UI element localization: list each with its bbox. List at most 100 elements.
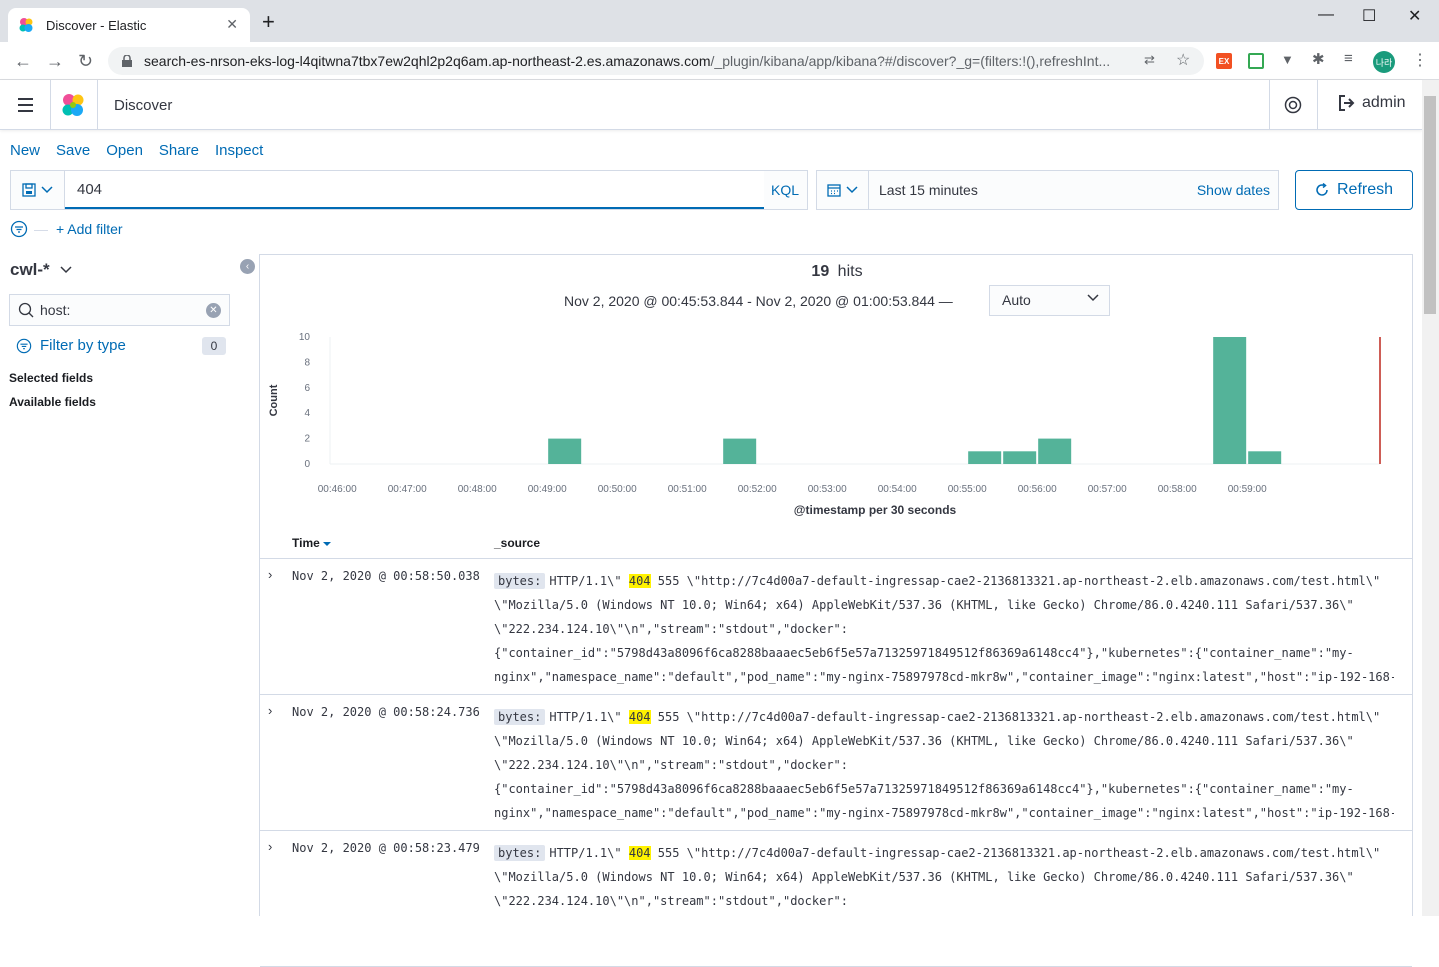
expand-row-icon[interactable]: › [268, 703, 272, 718]
source-line: \"222.234.124.10\"\n","stream":"stdout",… [494, 894, 849, 908]
filter-options-icon[interactable] [10, 220, 28, 238]
source-line: {"container_id":"5798d43a8096f6ca8288baa… [494, 646, 1354, 660]
browser-menu-icon[interactable]: ⋮ [1412, 50, 1428, 70]
show-dates-link[interactable]: Show dates [1197, 182, 1270, 198]
media-control-icon[interactable]: ≡ [1344, 50, 1353, 67]
quick-date-button[interactable] [817, 171, 869, 209]
date-range-label[interactable]: Last 15 minutes [879, 182, 978, 198]
field-key-badge: bytes: [494, 709, 546, 725]
y-tick-label: 10 [299, 332, 311, 343]
extension-green-icon[interactable] [1248, 53, 1264, 69]
y-tick-label: 4 [304, 408, 310, 419]
search-query-input[interactable]: 404 [65, 171, 764, 209]
extensions-puzzle-icon[interactable]: ✱ [1312, 50, 1325, 68]
browser-toolbar: ← → ↻ search-es-nrson-eks-log-l4qitwna7t… [0, 42, 1439, 80]
row-source: bytes: HTTP/1.1\" 404 555 \"http://7c4d00… [494, 569, 1394, 689]
time-column-header[interactable]: Time [292, 536, 332, 550]
table-row[interactable]: › Nov 2, 2020 @ 00:58:50.038 bytes: HTTP/1.… [260, 559, 1412, 695]
menu-icon[interactable] [18, 98, 33, 116]
reload-icon[interactable]: ↻ [78, 51, 93, 72]
x-tick-label: 00:51:00 [668, 484, 707, 495]
x-tick-label: 00:59:00 [1228, 484, 1267, 495]
row-source: bytes: HTTP/1.1\" 404 555 \"http://7c4d00… [494, 841, 1394, 961]
bookmark-star-icon[interactable]: ☆ [1176, 50, 1190, 70]
sort-down-icon [323, 542, 332, 546]
forward-icon[interactable]: → [46, 51, 64, 72]
scrollbar-thumb[interactable] [1424, 96, 1436, 314]
field-search-input[interactable]: host: ✕ [9, 294, 230, 326]
chevron-down-icon [60, 266, 72, 274]
clear-search-icon[interactable]: ✕ [206, 303, 221, 318]
query-bar: 404 KQL [10, 170, 808, 210]
histogram-bar [1003, 451, 1037, 464]
interval-value: Auto [1002, 292, 1031, 308]
extension-ex-icon[interactable]: EX [1216, 53, 1232, 69]
histogram-bar [1248, 451, 1282, 464]
page-scrollbar[interactable] [1422, 80, 1439, 916]
address-bar[interactable]: search-es-nrson-eks-log-l4qitwna7tbx7ew2… [108, 47, 1204, 75]
close-tab-icon[interactable]: ✕ [226, 16, 238, 33]
window-close-icon[interactable]: ✕ [1408, 6, 1421, 26]
histogram-bar [723, 438, 757, 464]
row-source: bytes: HTTP/1.1\" 404 555 \"http://7c4d00… [494, 705, 1394, 825]
interval-select[interactable]: Auto [989, 285, 1110, 316]
filter-by-type-button[interactable]: Filter by type [16, 337, 126, 354]
breadcrumb[interactable]: Discover [114, 97, 172, 114]
back-icon[interactable]: ← [14, 51, 32, 72]
field-key-badge: bytes: [494, 845, 546, 861]
chevron-down-icon [41, 186, 53, 194]
refresh-button[interactable]: Refresh [1295, 170, 1413, 210]
inspect-link[interactable]: Inspect [215, 142, 263, 159]
x-tick-label: 00:54:00 [878, 484, 917, 495]
profile-avatar[interactable]: 나라 [1373, 51, 1395, 73]
save-disk-icon [22, 183, 36, 197]
y-tick-label: 6 [304, 383, 310, 394]
new-tab-icon[interactable]: + [262, 11, 275, 33]
table-row[interactable]: › Nov 2, 2020 @ 00:58:24.736 bytes: HTTP/1.… [260, 695, 1412, 831]
available-fields-heading: Available fields [9, 395, 96, 409]
row-timestamp: Nov 2, 2020 @ 00:58:23.479 [292, 841, 480, 855]
expand-row-icon[interactable]: › [268, 567, 272, 582]
url-path: /_plugin/kibana/app/kibana?#/discover?_g… [710, 53, 1111, 69]
filter-row: — + Add filter [10, 220, 123, 238]
saved-query-button[interactable] [11, 171, 65, 209]
index-pattern-name: cwl-* [10, 260, 50, 279]
minimize-icon[interactable]: — [1318, 6, 1334, 24]
expand-row-icon[interactable]: › [268, 839, 272, 854]
source-line: \"Mozilla/5.0 (Windows NT 10.0; Win64; x… [494, 734, 1354, 748]
extension-v-icon[interactable]: ▼ [1281, 52, 1294, 67]
histogram-bar [1213, 337, 1247, 464]
histogram-bar [968, 451, 1002, 464]
field-search-value: host: [40, 302, 71, 318]
user-menu[interactable]: admin [1338, 94, 1406, 112]
hits-count: 19 [811, 263, 830, 280]
x-tick-label: 00:48:00 [458, 484, 497, 495]
browser-tab[interactable]: Discover - Elastic ✕ [8, 8, 250, 42]
index-pattern-selector[interactable]: cwl-* [10, 260, 72, 280]
elastic-logo-icon[interactable] [60, 92, 86, 118]
maximize-icon[interactable]: ☐ [1362, 6, 1376, 26]
hits-summary: 19 hits [260, 263, 1414, 281]
x-tick-label: 00:46:00 [318, 484, 357, 495]
search-icon [18, 302, 34, 318]
new-link[interactable]: New [10, 142, 40, 159]
open-link[interactable]: Open [106, 142, 143, 159]
row-timestamp: Nov 2, 2020 @ 00:58:50.038 [292, 569, 480, 583]
collapse-sidebar-icon[interactable]: ‹ [240, 259, 255, 274]
y-axis-label: Count [268, 384, 280, 416]
save-link[interactable]: Save [56, 142, 90, 159]
histogram-bar [1038, 438, 1072, 464]
table-row[interactable]: › Nov 2, 2020 @ 00:58:23.479 bytes: HTTP/1.… [260, 831, 1412, 967]
add-filter-link[interactable]: + Add filter [56, 221, 123, 237]
histogram-chart[interactable]: 0 2 4 6 8 10 Count 00:46:00 00:47:00 00:48:00 00:4… [260, 325, 1412, 525]
x-tick-label: 00:58:00 [1158, 484, 1197, 495]
source-line: \"222.234.124.10\"\n","stream":"stdout",… [494, 758, 849, 772]
help-icon[interactable] [1284, 96, 1302, 114]
histogram-bar [548, 438, 582, 464]
tab-title: Discover - Elastic [46, 17, 147, 33]
kql-toggle[interactable]: KQL [771, 182, 799, 198]
share-link[interactable]: Share [159, 142, 199, 159]
source-line: \"Mozilla/5.0 (Windows NT 10.0; Win64; x… [494, 598, 1354, 612]
translate-icon[interactable]: ⇄ [1144, 52, 1155, 68]
user-name: admin [1362, 94, 1406, 111]
